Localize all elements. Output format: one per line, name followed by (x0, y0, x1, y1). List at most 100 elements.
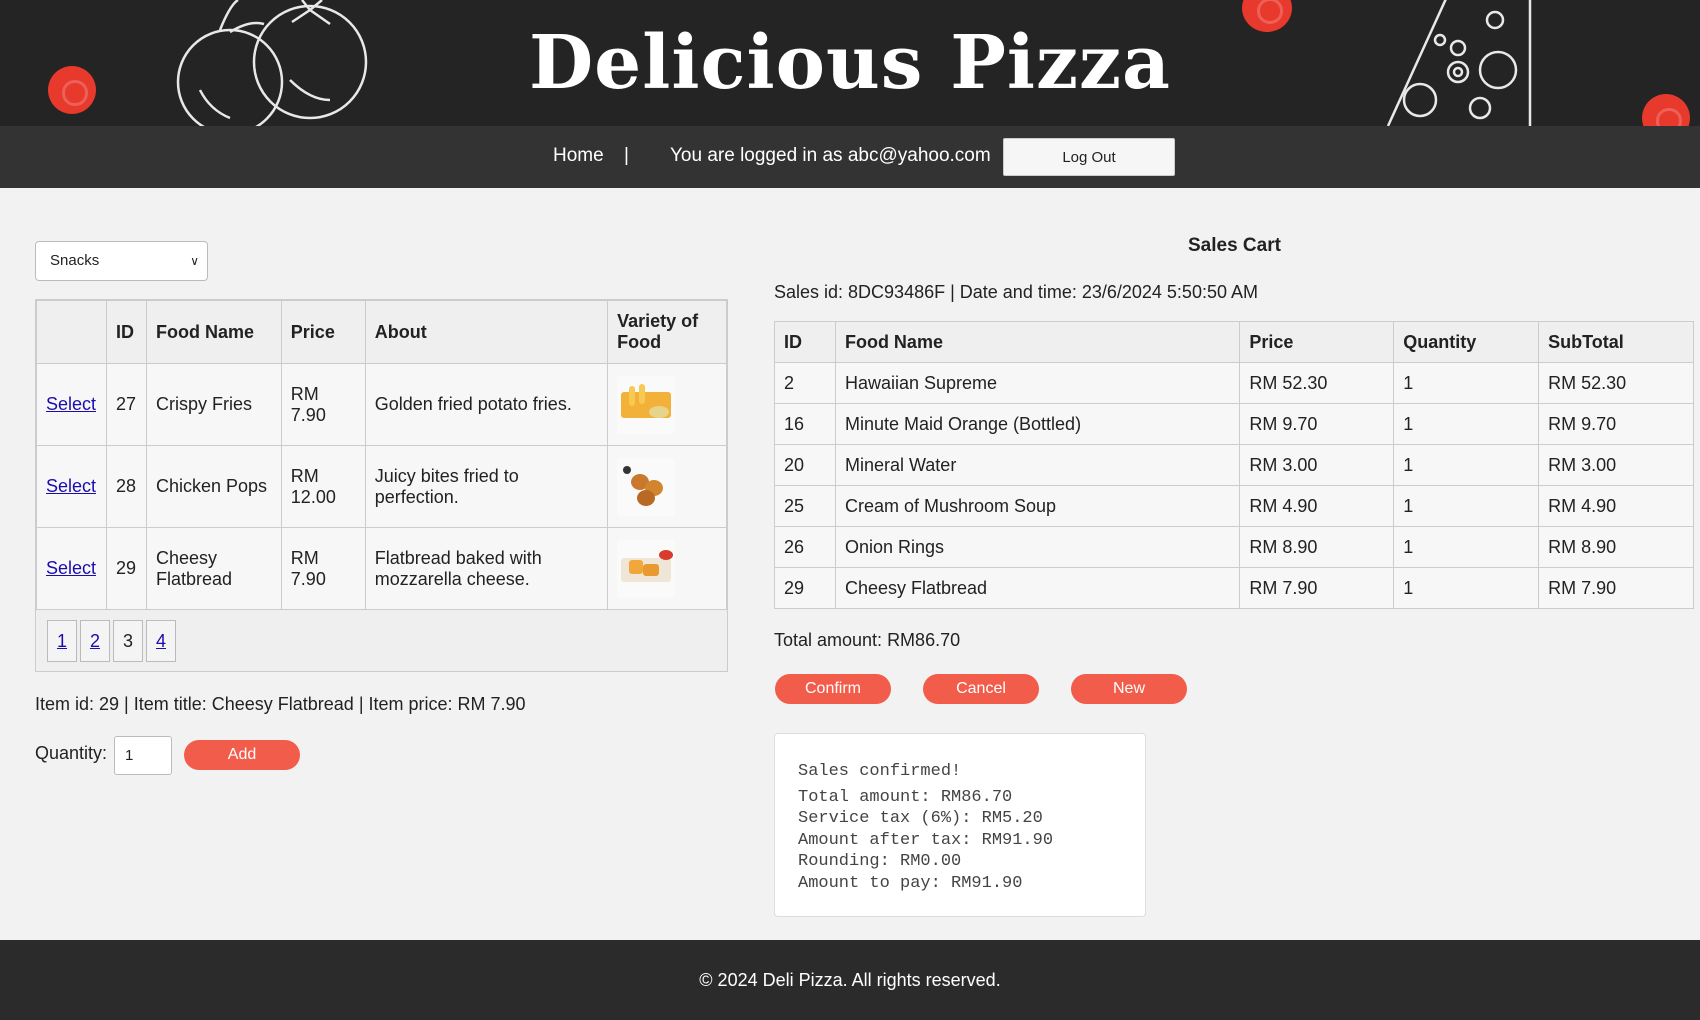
food-name: Cheesy Flatbread (145, 527, 282, 610)
table-row: 29 Cheesy Flatbread RM 7.90 1 RM 7.90 (774, 567, 1694, 609)
food-about: Golden fried potato fries. (364, 363, 609, 446)
food-image-cell (607, 527, 727, 610)
home-link[interactable]: Home (553, 145, 604, 167)
page-link[interactable]: 2 (80, 620, 110, 662)
cart-col-subtotal: SubTotal (1538, 321, 1694, 363)
cart-food-name: Onion Rings (834, 526, 1241, 568)
table-row: 20 Mineral Water RM 3.00 1 RM 3.00 (774, 444, 1694, 486)
cart-food-name: Mineral Water (834, 444, 1241, 486)
table-row: Select 27 Crispy Fries RM 7.90 Golden fr… (36, 363, 727, 446)
food-id: 29 (105, 527, 147, 610)
page-link-label[interactable]: 2 (90, 631, 100, 651)
menu-col-about: About (364, 300, 609, 364)
cart-quantity: 1 (1393, 362, 1540, 404)
cart-subtotal: RM 3.00 (1538, 444, 1694, 486)
page-link-label[interactable]: 4 (156, 631, 166, 651)
cancel-button[interactable]: Cancel (923, 674, 1039, 704)
cart-id: 2 (774, 362, 836, 404)
food-price: RM 7.90 (280, 363, 366, 446)
menu-grid: ID Food Name Price About Variety of Food… (35, 299, 728, 672)
select-link[interactable]: Select (46, 558, 96, 578)
footer: © 2024 Deli Pizza. All rights reserved. (0, 940, 1700, 1020)
cart-subtotal: RM 8.90 (1538, 526, 1694, 568)
select-cell: Select (36, 445, 107, 528)
menu-col-price: Price (280, 300, 366, 364)
page-link-label[interactable]: 1 (57, 631, 67, 651)
receipt-line: Amount to pay: RM91.90 (798, 873, 1023, 893)
cart-price: RM 7.90 (1239, 567, 1395, 609)
select-link[interactable]: Select (46, 476, 96, 496)
cart-quantity: 1 (1393, 526, 1540, 568)
category-select[interactable]: Snacks ∨ (35, 241, 208, 281)
food-name: Chicken Pops (145, 445, 282, 528)
cart-col-quantity: Quantity (1393, 321, 1540, 363)
quantity-input[interactable]: 1 (114, 736, 172, 775)
header-banner: Delicious Pizza (0, 0, 1700, 126)
food-about: Flatbread baked with mozzarella cheese. (364, 527, 609, 610)
food-id: 27 (105, 363, 147, 446)
food-image-cell (607, 445, 727, 528)
select-link[interactable]: Select (46, 394, 96, 414)
cart-id: 16 (774, 403, 836, 445)
fries-image (617, 375, 676, 434)
receipt-line: Rounding: RM0.00 (798, 852, 962, 871)
cart-price: RM 52.30 (1239, 362, 1395, 404)
food-about: Juicy bites fried to perfection. (364, 445, 609, 528)
cart-subtotal: RM 7.90 (1538, 567, 1694, 609)
cart-col-price: Price (1239, 321, 1395, 363)
page-link[interactable]: 1 (47, 620, 77, 662)
table-row: 2 Hawaiian Supreme RM 52.30 1 RM 52.30 (774, 362, 1694, 404)
logged-in-user-text: You are logged in as abc@yahoo.com (670, 145, 991, 166)
logout-button[interactable]: Log Out (1003, 138, 1175, 176)
select-cell: Select (36, 363, 107, 446)
current-page: 3 (113, 620, 143, 662)
menu-col-food-name: Food Name (145, 300, 282, 364)
cart-id: 29 (774, 567, 836, 609)
flatbread-image (617, 539, 676, 598)
table-row: Select 28 Chicken Pops RM 12.00 Juicy bi… (36, 445, 727, 528)
food-image-cell (607, 363, 727, 446)
pizza-slice-sketch-icon (1386, 0, 1532, 126)
table-row: 25 Cream of Mushroom Soup RM 4.90 1 RM 4… (774, 485, 1694, 527)
cart-col-id: ID (774, 321, 836, 363)
receipt-box: Sales confirmed! Total amount: RM86.70 S… (774, 733, 1146, 917)
cart-price: RM 9.70 (1239, 403, 1395, 445)
total-amount: Total amount: RM86.70 (774, 630, 961, 650)
add-button[interactable]: Add (184, 740, 300, 770)
cart-id: 20 (774, 444, 836, 486)
cart-price: RM 3.00 (1239, 444, 1395, 486)
cart-food-name: Minute Maid Orange (Bottled) (834, 403, 1241, 445)
cart-food-name: Hawaiian Supreme (834, 362, 1241, 404)
chicken-pops-image (617, 457, 676, 516)
cart-price: RM 8.90 (1239, 526, 1395, 568)
selected-item-info: Item id: 29 | Item title: Cheesy Flatbre… (35, 694, 526, 714)
cart-quantity: 1 (1393, 403, 1540, 445)
cart-id: 26 (774, 526, 836, 568)
food-price: RM 12.00 (280, 445, 366, 528)
menu-col-id: ID (105, 300, 147, 364)
food-id: 28 (105, 445, 147, 528)
navbar: Home | You are logged in as abc@yahoo.co… (0, 126, 1700, 188)
receipt-line: Service tax (6%): RM5.20 (798, 809, 1043, 828)
select-cell: Select (36, 527, 107, 610)
cart-header-row: ID Food Name Price Quantity SubTotal (774, 321, 1694, 363)
page-link[interactable]: 4 (146, 620, 176, 662)
chevron-down-icon: ∨ (190, 254, 199, 268)
cart-quantity: 1 (1393, 485, 1540, 527)
confirm-button[interactable]: Confirm (775, 674, 891, 704)
current-page-label: 3 (122, 631, 133, 651)
cart-quantity: 1 (1393, 444, 1540, 486)
receipt-line: Total amount: RM86.70 (798, 787, 1013, 807)
receipt-line: Sales confirmed! (798, 762, 962, 781)
receipt-line: Amount after tax: RM91.90 (798, 830, 1054, 850)
menu-col-variety: Variety of Food (607, 300, 727, 364)
cart-col-food-name: Food Name (834, 321, 1241, 363)
menu-header-row: ID Food Name Price About Variety of Food (36, 300, 727, 364)
menu-table: ID Food Name Price About Variety of Food… (36, 300, 727, 610)
cart-subtotal: RM 52.30 (1538, 362, 1694, 404)
cart-food-name: Cheesy Flatbread (834, 567, 1241, 609)
new-button[interactable]: New (1071, 674, 1187, 704)
cart-id: 25 (774, 485, 836, 527)
pagination: 1 2 3 4 (47, 620, 176, 662)
table-row: 26 Onion Rings RM 8.90 1 RM 8.90 (774, 526, 1694, 568)
